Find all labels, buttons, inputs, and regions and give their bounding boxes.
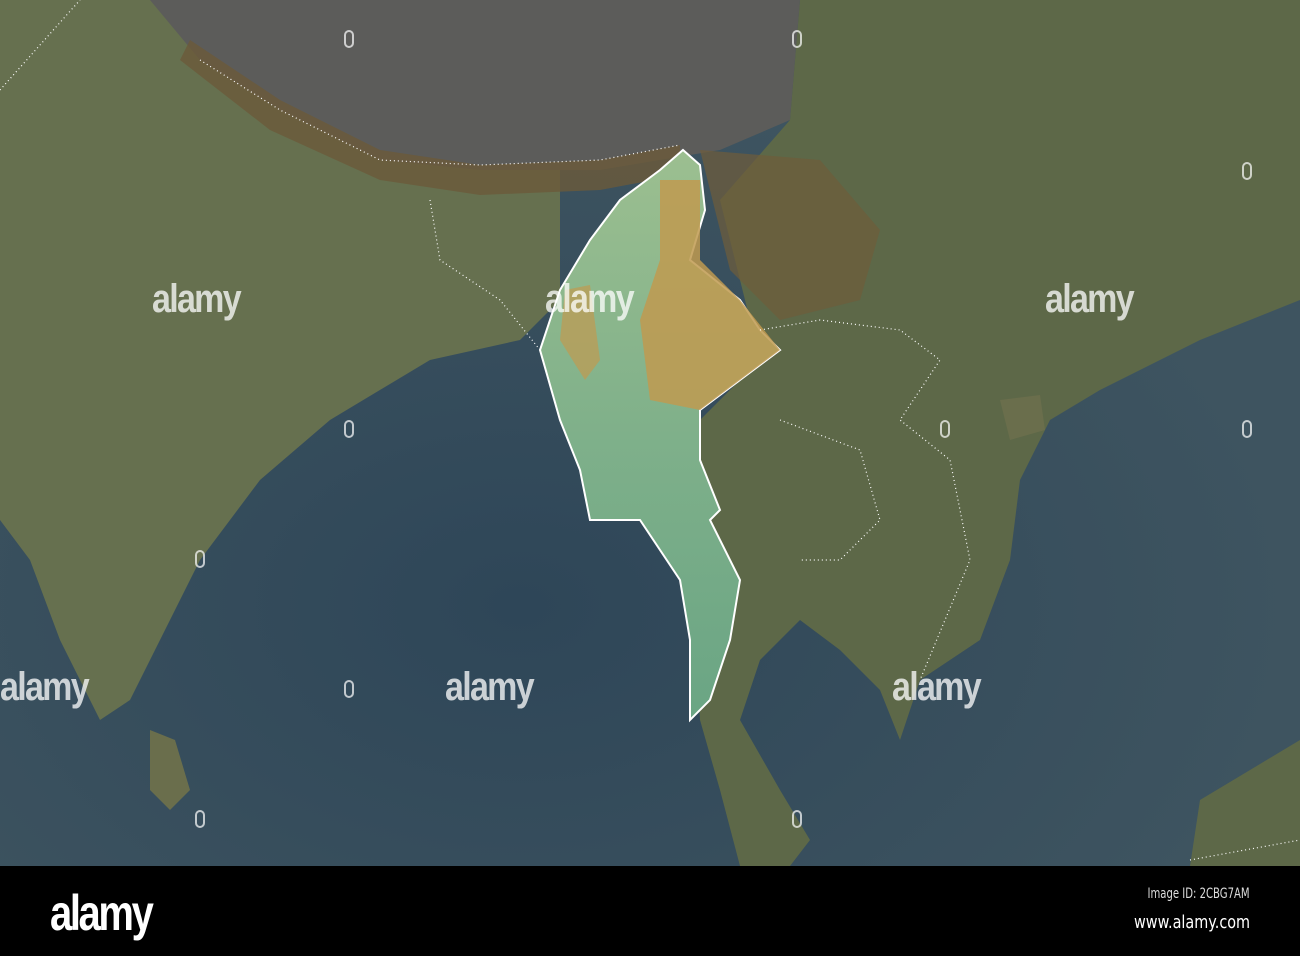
- watermark-lens-icon: [344, 30, 354, 48]
- stock-image: alamy alamy alamy alamy alamy alamy alam…: [0, 0, 1300, 956]
- footer-banner: alamy Image ID: 2CBG7AM www.alamy.com: [0, 866, 1300, 956]
- watermark-lens-icon: [792, 810, 802, 828]
- watermark-lens-icon: [344, 680, 354, 698]
- watermark-lens-icon: [195, 550, 205, 568]
- watermark: alamy: [0, 665, 90, 709]
- image-id: Image ID: 2CBG7AM: [1147, 886, 1250, 902]
- watermark: alamy: [445, 665, 535, 709]
- watermark: alamy: [892, 665, 982, 709]
- watermark-lens-icon: [1242, 420, 1252, 438]
- alamy-logo: alamy: [50, 885, 154, 941]
- watermark-lens-icon: [1242, 162, 1252, 180]
- watermark: alamy: [545, 277, 635, 321]
- relief-map: [0, 0, 1300, 866]
- watermark: alamy: [1045, 277, 1135, 321]
- watermark-lens-icon: [344, 420, 354, 438]
- watermark: alamy: [152, 277, 242, 321]
- site-url: www.alamy.com: [1133, 912, 1250, 933]
- watermark-lens-icon: [940, 420, 950, 438]
- watermark-lens-icon: [195, 810, 205, 828]
- watermark-lens-icon: [792, 30, 802, 48]
